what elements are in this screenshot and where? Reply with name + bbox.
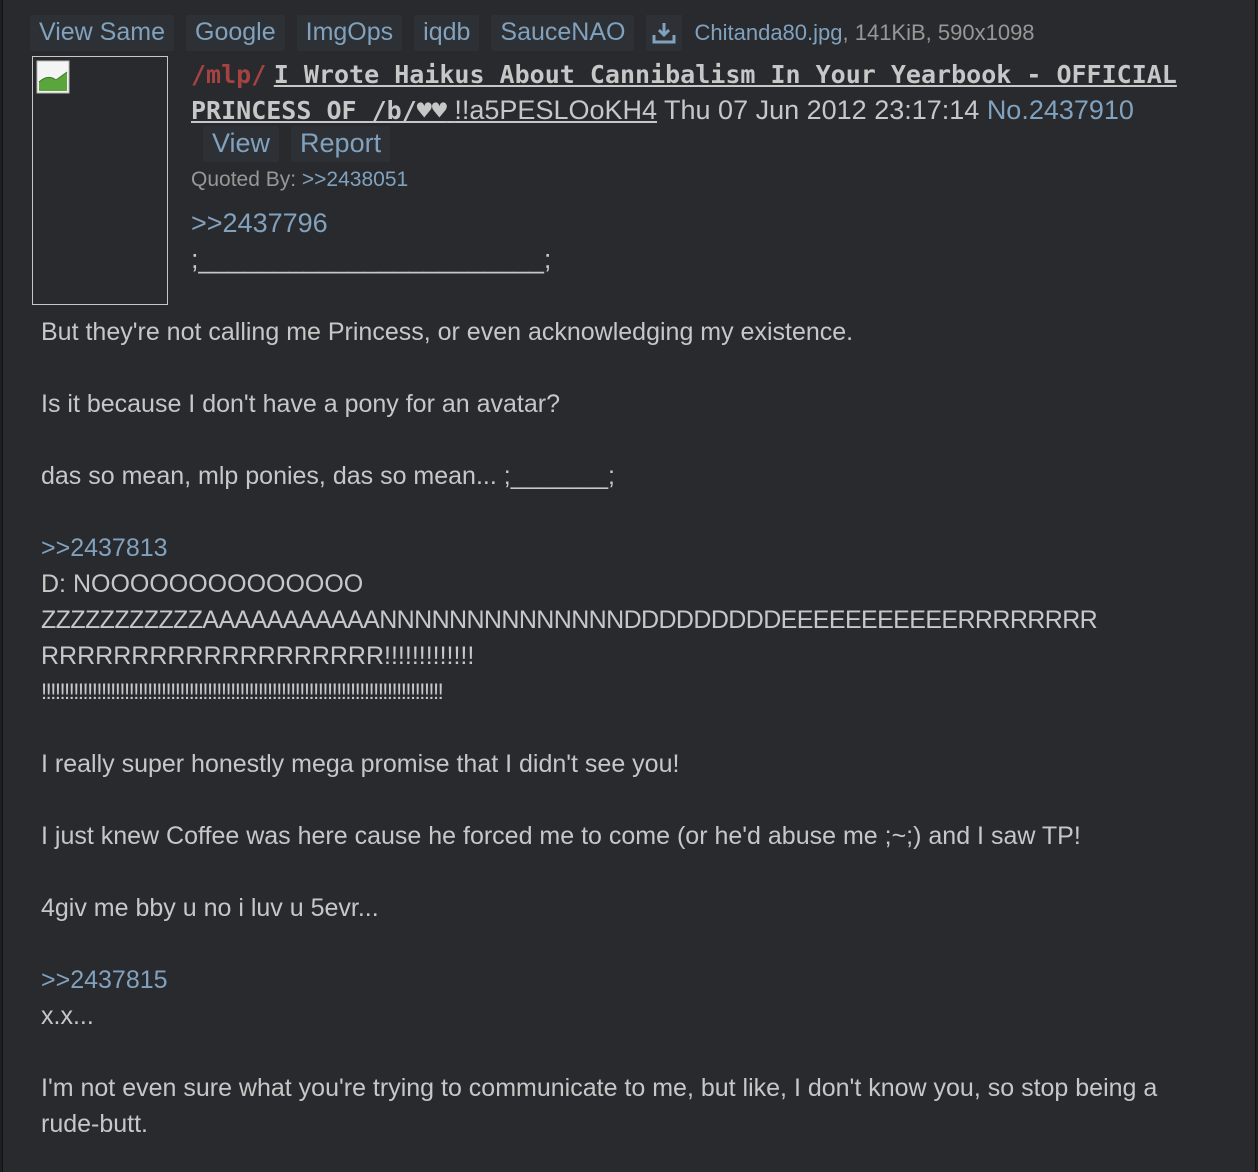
body-line: But they're not calling me Princess, or … xyxy=(41,318,854,346)
body-line: Is it because I don't have a pony for an… xyxy=(41,390,560,418)
poster-name[interactable]: PRINCESS OF /b/♥♥ !!a5PESLOoKH4 xyxy=(191,95,657,125)
body-line: ;_______________________; xyxy=(191,244,552,274)
body-line: I really super honestly mega promise tha… xyxy=(41,750,680,778)
board-tag[interactable]: /mlp/ xyxy=(191,60,266,89)
post-subject: I Wrote Haikus About Cannibalism In Your… xyxy=(273,60,1177,89)
quote-link[interactable]: >>2437813 xyxy=(41,530,1241,566)
body-line: RRRRRRRRRRRRRRRRRRR!!!!!!!!!!!!! xyxy=(41,642,475,670)
post-container: View Same Google ImgOps iqdb SauceNAO Ch… xyxy=(2,0,1256,1172)
saucenao-button[interactable]: SauceNAO xyxy=(491,15,635,51)
file-info-bar: View Same Google ImgOps iqdb SauceNAO Ch… xyxy=(30,15,1035,51)
quoted-by-link[interactable]: >>2438051 xyxy=(302,168,408,191)
post-body: But they're not calling me Princess, or … xyxy=(41,314,1241,1142)
body-line: D: NOOOOOOOOOOOOOO xyxy=(41,570,364,598)
body-line: ZZZZZZZZZZZAAAAAAAAAAANNNNNNNNNNNNNNDDDD… xyxy=(41,606,1098,634)
view-button[interactable]: View xyxy=(203,126,280,162)
quote-link[interactable]: >>2437796 xyxy=(191,205,551,241)
post-header-line-1: /mlp/ I Wrote Haikus About Cannibalism I… xyxy=(191,56,1236,93)
poster-name-text: PRINCESS OF /b/♥♥ xyxy=(191,96,447,125)
body-line: 4giv me bby u no i luv u 5evr... xyxy=(41,894,379,922)
broken-image-icon xyxy=(36,60,70,94)
body-line: x.x... xyxy=(41,1002,94,1030)
post-date: Thu 07 Jun 2012 23:17:14 xyxy=(664,95,980,125)
view-same-button[interactable]: View Same xyxy=(30,15,174,51)
iqdb-button[interactable]: iqdb xyxy=(414,15,480,51)
post-body-top: >>2437796 ;_______________________; xyxy=(191,205,551,277)
tripcode: !!a5PESLOoKH4 xyxy=(454,95,658,125)
body-line: I'm not even sure what you're trying to … xyxy=(41,1074,1158,1138)
imgops-button[interactable]: ImgOps xyxy=(296,15,403,51)
post-actions: View Report xyxy=(203,126,402,162)
post-header-line-2: PRINCESS OF /b/♥♥ !!a5PESLOoKH4 Thu 07 J… xyxy=(191,92,1134,129)
quoted-by-label: Quoted By: xyxy=(191,168,297,191)
quote-link[interactable]: >>2437815 xyxy=(41,962,1241,998)
report-button[interactable]: Report xyxy=(291,126,391,162)
body-line: das so mean, mlp ponies, das so mean... … xyxy=(41,462,615,490)
google-search-button[interactable]: Google xyxy=(186,15,285,51)
post-number-link[interactable]: No.2437910 xyxy=(987,95,1134,125)
file-meta: , 141KiB, 590x1098 xyxy=(842,20,1035,45)
body-line: I just knew Coffee was here cause he for… xyxy=(41,822,1081,850)
quoted-by: Quoted By: >>2438051 xyxy=(191,168,408,192)
file-name-link[interactable]: Chitanda80.jpg xyxy=(694,20,842,46)
body-line: !!!!!!!!!!!!!!!!!!!!!!!!!!!!!!!!!!!!!!!!… xyxy=(41,679,444,704)
post-thumbnail[interactable] xyxy=(32,56,168,305)
download-icon[interactable] xyxy=(646,15,683,51)
